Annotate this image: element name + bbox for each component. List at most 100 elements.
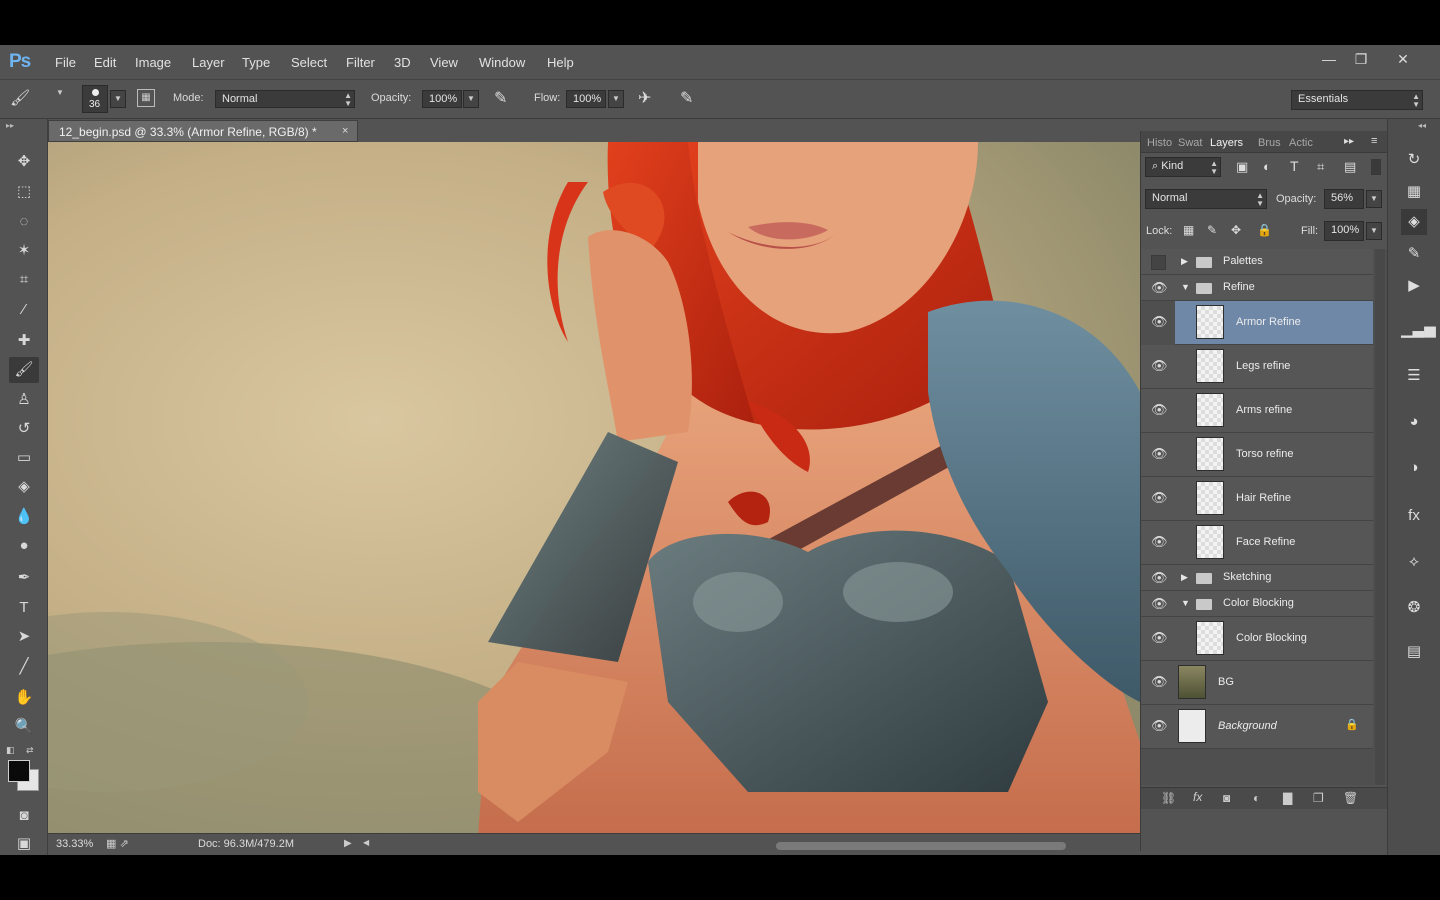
expand-panels-icon[interactable]: ▸▸ [1344,136,1354,147]
layer-opacity-dropdown[interactable]: ▼ [1366,190,1382,208]
lock-transparency-icon[interactable]: ▦ [1183,223,1194,237]
histogram-panel-icon[interactable]: ▁▃▅ [1401,317,1436,343]
hand-tool-icon[interactable]: ✋ [9,685,39,711]
new-adjustment-icon[interactable]: ◐ [1253,791,1260,805]
screen-mode-icon[interactable]: ▣ [9,831,39,857]
fill-input[interactable]: 100% [1324,221,1364,241]
mode-select[interactable]: Normal ▲ ▼ [215,90,355,108]
lock-pixels-icon[interactable]: ✎ [1207,223,1217,237]
layer-group-row[interactable]: 👁 ▼ Color Blocking [1141,591,1373,617]
eye-icon[interactable]: 👁 [1151,314,1168,330]
brush-tool-icon[interactable]: 🖌 [9,357,39,383]
menu-help[interactable]: Help [547,55,574,70]
dodge-tool-icon[interactable]: ● [9,533,39,559]
new-layer-icon[interactable]: ❐ [1313,791,1324,805]
pressure-size-icon[interactable]: ✎ [680,88,693,108]
lock-all-icon[interactable]: 🔒 [1257,223,1272,237]
layer-row[interactable]: 👁 Face Refine [1141,521,1373,565]
fill-dropdown[interactable]: ▼ [1366,222,1382,240]
paint-bucket-tool-icon[interactable]: ◈ [9,474,39,500]
eye-icon[interactable]: 👁 [1151,570,1168,586]
vertical-scrollbar-track[interactable] [1375,249,1385,785]
chevron-right-icon[interactable]: ▶ [1181,256,1188,267]
blend-mode-select[interactable]: Normal ▲ ▼ [1145,189,1267,209]
layer-row[interactable]: 👁 Legs refine [1141,345,1373,389]
layer-row-selected[interactable]: Armor Refine [1175,301,1373,345]
navigator-panel-icon[interactable]: ◑ [1401,455,1427,481]
brush-panel-toggle-icon[interactable]: ▦ [137,89,155,107]
quick-mask-icon[interactable]: ◙ [9,803,39,829]
layer-row[interactable]: 👁 Arms refine [1141,389,1373,433]
path-selection-tool-icon[interactable]: ➤ [9,624,39,650]
layer-opacity-input[interactable]: 56% [1324,189,1364,209]
flow-input[interactable]: 100% [566,90,606,108]
eye-icon[interactable]: 👁 [1151,596,1168,612]
menu-image[interactable]: Image [135,55,171,70]
actions-panel-icon[interactable]: ▶ [1401,273,1427,299]
chevron-down-icon[interactable]: ▼ [56,88,64,97]
layer-row[interactable]: 👁 BG [1141,661,1373,705]
close-document-icon[interactable]: × [342,125,348,137]
hidden-visibility-box[interactable] [1151,255,1166,270]
zoom-tool-icon[interactable]: 🔍 [9,714,39,740]
eyedropper-tool-icon[interactable]: ⁄ [9,297,39,323]
chevron-right-icon[interactable]: ▶ [1181,572,1188,583]
close-button[interactable]: ✕ [1390,48,1416,70]
trash-icon[interactable]: 🗑 [1343,791,1358,805]
eraser-tool-icon[interactable]: ▭ [9,445,39,471]
add-mask-icon[interactable]: ◙ [1223,791,1230,805]
layer-group-row[interactable]: 👁 ▼ Refine [1141,275,1373,301]
channels-panel-icon[interactable]: ❂ [1401,595,1427,621]
filter-pixel-icon[interactable]: ▣ [1236,159,1248,175]
eye-icon[interactable]: 👁 [1151,402,1168,418]
lasso-tool-icon[interactable]: ◌ [9,209,39,235]
collapse-icon[interactable]: ▸▸ [6,121,14,130]
swatches-panel-icon[interactable]: ▦ [1401,179,1427,205]
zoom-level[interactable]: 33.33% [56,838,93,850]
brush-tool-icon[interactable]: 🖌 [10,88,30,108]
crop-tool-icon[interactable]: ⌗ [9,267,39,293]
color-panel-icon[interactable]: ◕ [1401,409,1427,435]
history-panel-icon[interactable]: ↻ [1401,147,1427,173]
panel-menu-icon[interactable]: ≡ [1371,135,1377,147]
brushes-panel-icon[interactable]: ✎ [1401,241,1427,267]
layer-group-row[interactable]: 👁 ▶ Sketching [1141,565,1373,591]
menu-edit[interactable]: Edit [94,55,116,70]
airbrush-icon[interactable]: ✈ [638,88,651,108]
layer-row[interactable]: 👁 Torso refine [1141,433,1373,477]
filter-type-icon[interactable]: T [1290,158,1299,174]
status-icons[interactable]: ▦ ⇗ [106,837,129,850]
line-tool-icon[interactable]: ╱ [9,654,39,680]
marquee-tool-icon[interactable]: ⬚ [9,179,39,205]
eye-icon[interactable]: 👁 [1151,534,1168,550]
filter-adjustment-icon[interactable]: ◐ [1263,159,1271,174]
opacity-input[interactable]: 100% [422,90,462,108]
clone-stamp-tool-icon[interactable]: ♙ [9,387,39,413]
eye-icon[interactable]: 👁 [1151,630,1168,646]
chevron-down-icon[interactable]: ▼ [1181,282,1190,292]
link-layers-icon[interactable]: ⛓ [1161,791,1176,805]
workspace-select[interactable]: Essentials ▲ ▼ [1291,90,1423,110]
eye-icon[interactable]: 👁 [1151,446,1168,462]
layer-style-icon[interactable]: fx [1193,790,1202,804]
eye-icon[interactable]: 👁 [1151,358,1168,374]
layers-panel-icon[interactable]: ◈ [1401,209,1427,235]
menu-3d[interactable]: 3D [394,55,411,70]
layer-row[interactable]: 👁 Color Blocking [1141,617,1373,661]
filter-toggle[interactable] [1371,159,1381,175]
brush-preset-picker[interactable]: 36 [82,85,108,113]
tab-layers[interactable]: Layers [1210,137,1243,149]
new-group-icon[interactable]: ▇ [1283,791,1292,805]
eye-icon[interactable]: 👁 [1151,674,1168,690]
history-brush-tool-icon[interactable]: ↺ [9,416,39,442]
brush-preset-dropdown[interactable]: ▼ [110,90,126,108]
minimize-button[interactable]: — [1316,48,1342,70]
eye-icon[interactable]: 👁 [1151,718,1168,734]
default-colors-icon[interactable]: ◧ [6,745,15,756]
menu-view[interactable]: View [430,55,458,70]
pen-tool-icon[interactable]: ✒ [9,565,39,591]
swap-colors-icon[interactable]: ⇄ [26,745,34,756]
filter-smart-object-icon[interactable]: ▤ [1344,159,1356,175]
tab-brushes[interactable]: Brus [1258,137,1281,149]
lock-position-icon[interactable]: ✥ [1231,223,1241,237]
